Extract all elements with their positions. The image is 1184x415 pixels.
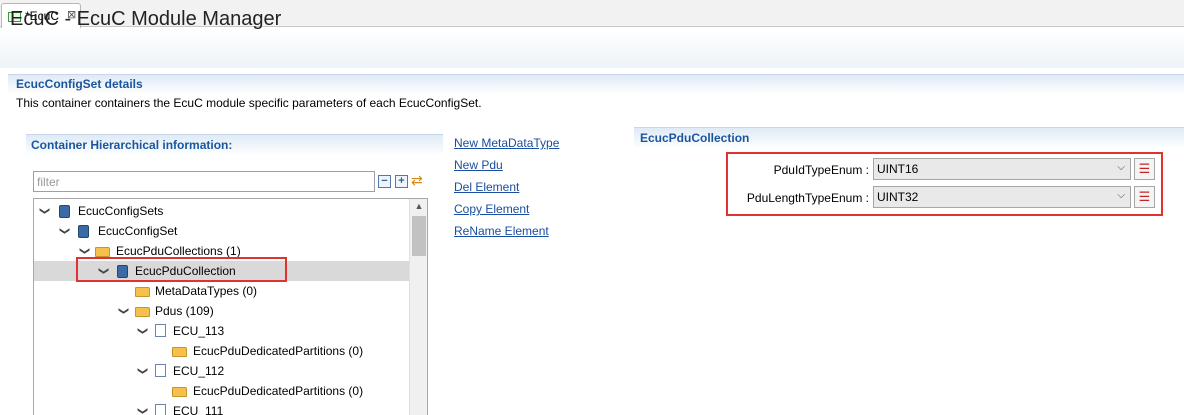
hierarchy-tree[interactable]: ❯ EcucConfigSets ❯ EcucConfigSet ❯ EcucP…: [33, 198, 428, 415]
section-title: EcucConfigSet details: [16, 77, 143, 91]
tree-item-label: EcucPduDedicatedPartitions (0): [193, 344, 364, 358]
tree-item-label: ECU_112: [173, 364, 225, 378]
tree-scrollbar[interactable]: ▲: [409, 199, 427, 415]
rename-element-link[interactable]: ReName Element: [454, 224, 549, 238]
new-metadatatype-link[interactable]: New MetaDataType: [454, 136, 559, 150]
chevron-down-icon[interactable]: ❯: [113, 304, 133, 318]
section-header-bar: [8, 74, 1184, 94]
collapse-all-button[interactable]: −: [378, 175, 391, 188]
tree-item-ecu-111[interactable]: ❯ ECU_111: [34, 401, 409, 415]
section-description: This container containers the EcuC modul…: [16, 96, 482, 110]
tree-item-label: EcucPduDedicatedPartitions (0): [193, 384, 364, 398]
page-title: EcuC - EcuC Module Manager: [10, 8, 282, 30]
document-icon: [155, 324, 166, 337]
folder-icon: [135, 307, 150, 317]
form-header: [0, 28, 1184, 68]
tree-item-ecucpdudedicatedpartitions[interactable]: EcucPduDedicatedPartitions (0): [34, 341, 409, 361]
chevron-down-icon[interactable]: ❯: [132, 404, 152, 415]
module-icon: [59, 205, 70, 218]
sync-icon[interactable]: ⇄: [411, 172, 423, 189]
copy-element-link[interactable]: Copy Element: [454, 202, 529, 216]
folder-icon: [172, 387, 187, 397]
tree-item-ecu-113[interactable]: ❯ ECU_113: [34, 321, 409, 341]
document-icon: [155, 364, 166, 377]
del-element-link[interactable]: Del Element: [454, 180, 519, 194]
tree-item-label: ECU_111: [173, 404, 224, 415]
tree-item-pdus[interactable]: ❯ Pdus (109): [34, 301, 409, 321]
folder-icon: [172, 347, 187, 357]
tree-item-label: EcucConfigSet: [98, 224, 178, 238]
folder-icon: [135, 287, 150, 297]
filter-input[interactable]: [33, 171, 375, 192]
expand-all-button[interactable]: +: [395, 175, 408, 188]
folder-icon: [95, 247, 110, 257]
chevron-down-icon[interactable]: ❯: [132, 364, 152, 378]
tree-item-label: EcucConfigSets: [78, 204, 164, 218]
pdu-collection-title: EcucPduCollection: [640, 131, 750, 145]
chevron-down-icon[interactable]: ❯: [132, 324, 152, 338]
tree-item-ecu-112[interactable]: ❯ ECU_112: [34, 361, 409, 381]
scroll-thumb[interactable]: [412, 216, 426, 256]
chevron-down-icon[interactable]: ❯: [54, 224, 74, 238]
params-highlight-box: [726, 152, 1163, 216]
tree-item-metadatatypes[interactable]: MetaDataTypes (0): [34, 281, 409, 301]
scroll-up-icon[interactable]: ▲: [410, 201, 428, 211]
tree-highlight-box: [76, 257, 287, 282]
tree-item-ecucconfigsets[interactable]: ❯ EcucConfigSets: [34, 201, 409, 221]
document-icon: [155, 404, 166, 415]
hierarchy-title: Container Hierarchical information:: [31, 138, 233, 152]
chevron-down-icon[interactable]: ❯: [74, 244, 94, 258]
module-icon: [78, 225, 89, 238]
tree-item-label: Pdus (109): [155, 304, 214, 318]
tree-item-ecucpdudedicatedpartitions[interactable]: EcucPduDedicatedPartitions (0): [34, 381, 409, 401]
tree-item-ecucconfigset[interactable]: ❯ EcucConfigSet: [34, 221, 409, 241]
chevron-down-icon[interactable]: ❯: [34, 204, 54, 218]
tree-item-label: ECU_113: [173, 324, 225, 338]
tree-item-label: MetaDataTypes (0): [155, 284, 258, 298]
new-pdu-link[interactable]: New Pdu: [454, 158, 503, 172]
